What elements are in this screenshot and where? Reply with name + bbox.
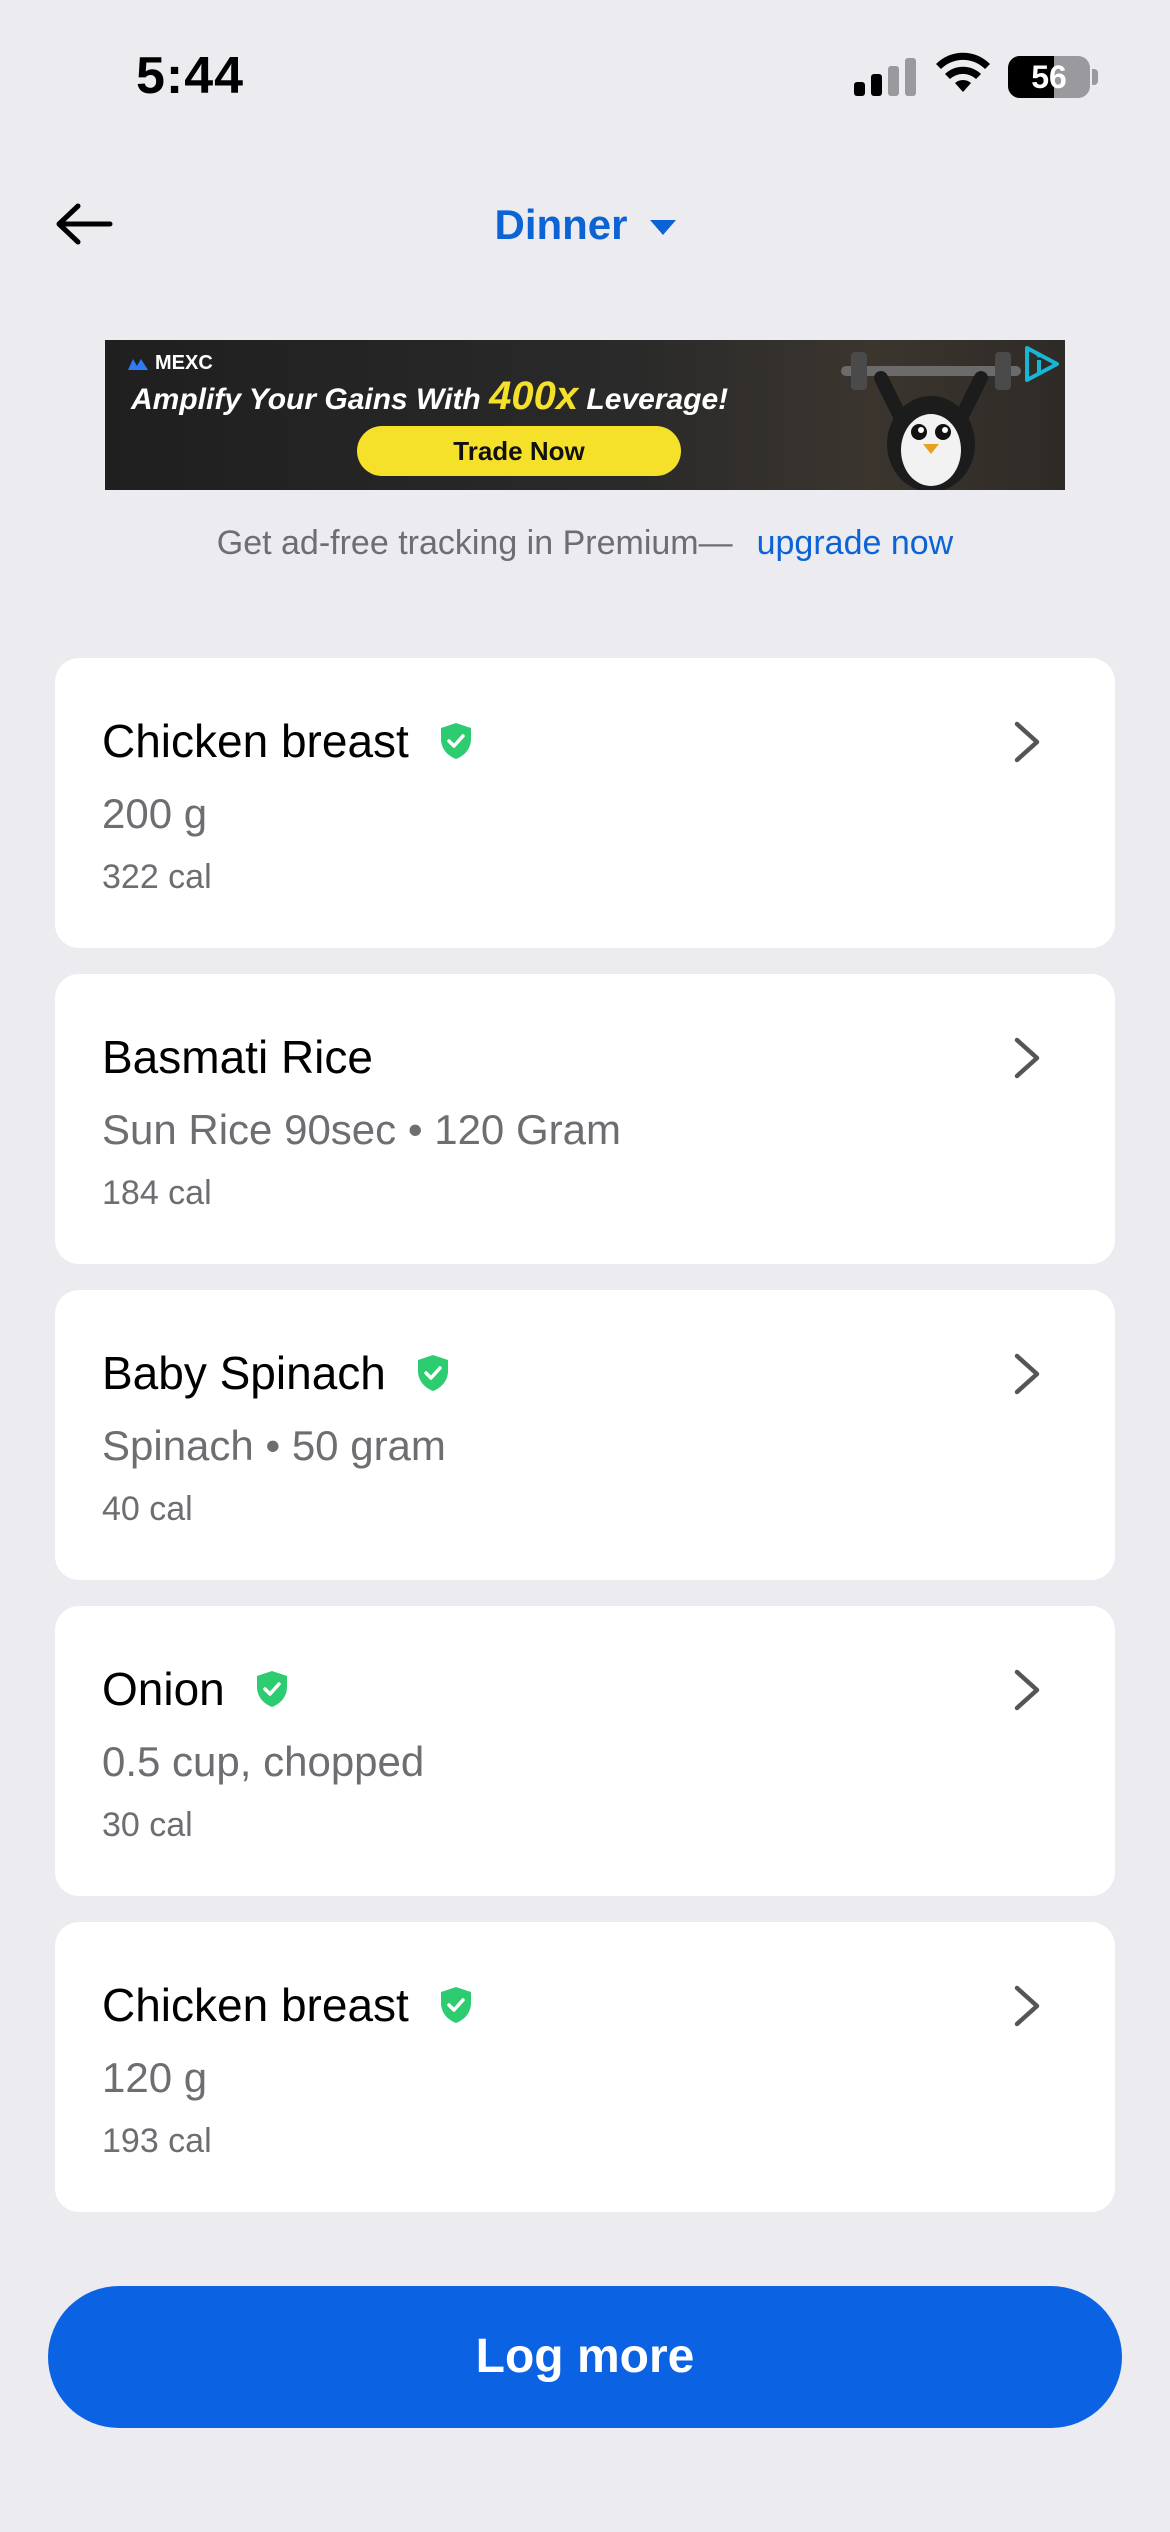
food-detail: 200 g [102,790,208,837]
chevron-right-icon [1014,1353,1040,1395]
verified-shield-icon [256,1671,287,1707]
chevron-right-icon [1014,1985,1040,2027]
chevron-right-icon [1014,1669,1040,1711]
ad-brand: MEXC [127,352,213,375]
ad-headline-big: 400x [489,374,579,418]
food-name: Chicken breast [102,715,409,767]
chevron-right-icon [1014,721,1040,763]
ad-headline-pre: Amplify Your Gains With [131,383,490,416]
chevron-right-icon [1014,1037,1040,1079]
food-list: Chicken breast 200 g 322 cal Basmati Ric… [55,658,1115,2238]
status-bar: 5:44 56 [0,0,1170,150]
meal-title: Dinner [494,201,628,248]
status-time: 5:44 [136,47,245,105]
battery-percent: 56 [1031,59,1067,95]
ad-cta-button[interactable]: Trade Now [357,426,681,476]
verified-shield-icon [440,1987,471,2023]
cellular-signal-icon [854,58,916,96]
log-more-button[interactable]: Log more [48,2286,1122,2428]
food-name: Basmati Rice [102,1031,373,1083]
food-name-row: Baby Spinach [102,1346,450,1400]
food-calories: 184 cal [102,1174,212,1212]
food-name: Onion [102,1663,225,1715]
food-name-row: Chicken breast [102,714,473,768]
ad-choices-icon[interactable] [1019,342,1063,386]
food-card[interactable]: Baby Spinach Spinach • 50 gram 40 cal [55,1290,1115,1580]
penguin-mascot-image [841,352,1021,490]
food-name: Baby Spinach [102,1347,386,1399]
battery-icon: 56 [1008,56,1090,98]
upgrade-link[interactable]: upgrade now [757,524,954,562]
premium-upsell: Get ad-free tracking in Premium— upgrade … [0,524,1170,563]
food-name-row: Chicken breast [102,1978,473,2032]
verified-shield-icon [417,1355,448,1391]
verified-shield-icon [440,723,471,759]
ad-headline: Amplify Your Gains With 400x Leverage! [131,374,728,419]
mexc-logo-icon [128,358,148,370]
battery-tip [1092,69,1098,85]
food-name: Chicken breast [102,1979,409,2031]
caret-down-icon [649,219,676,235]
food-card[interactable]: Chicken breast 120 g 193 cal [55,1922,1115,2212]
food-card[interactable]: Basmati Rice Sun Rice 90sec • 120 Gram 1… [55,974,1115,1264]
ad-banner[interactable]: MEXC Amplify Your Gains With 400x Levera… [105,340,1065,490]
food-detail: 0.5 cup, chopped [102,1738,425,1785]
food-name-row: Onion [102,1662,289,1716]
food-calories: 40 cal [102,1490,193,1528]
food-detail: Sun Rice 90sec • 120 Gram [102,1106,621,1153]
ad-brand-name: MEXC [155,352,213,374]
wifi-icon [936,52,990,92]
ad-headline-post: Leverage! [578,383,729,416]
food-card[interactable]: Onion 0.5 cup, chopped 30 cal [55,1606,1115,1896]
food-card[interactable]: Chicken breast 200 g 322 cal [55,658,1115,948]
food-detail: 120 g [102,2054,208,2101]
food-calories: 193 cal [102,2122,212,2160]
food-calories: 322 cal [102,858,212,896]
meal-selector[interactable]: Dinner [0,190,1170,260]
food-detail: Spinach • 50 gram [102,1422,446,1469]
food-calories: 30 cal [102,1806,193,1844]
premium-text: Get ad-free tracking in Premium— [216,524,733,562]
food-name-row: Basmati Rice [102,1030,373,1084]
